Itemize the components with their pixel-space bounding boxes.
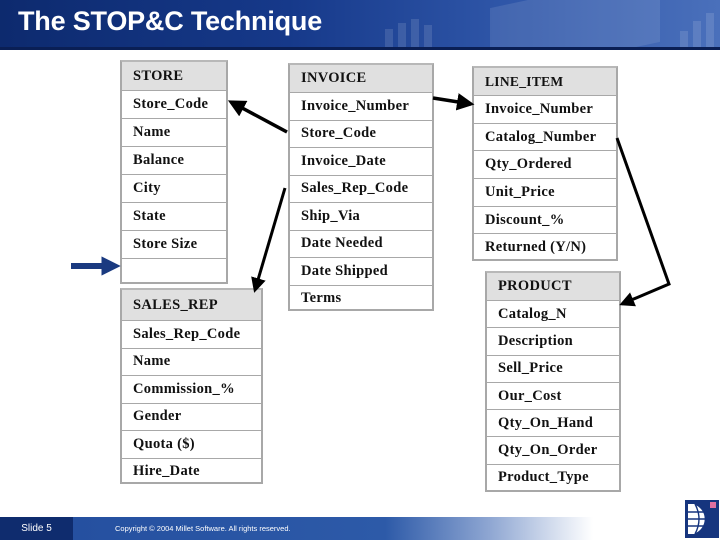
arrow-line-item-to-product (615, 137, 671, 307)
copyright-bar: Copyright © 2004 Millet Software. All ri… (73, 517, 593, 540)
slide-footer: Slide 5 Copyright © 2004 Millet Software… (0, 517, 720, 540)
arrow-invoice-to-store (227, 100, 288, 134)
millet-software-logo-icon (683, 496, 719, 540)
copyright-text: Copyright © 2004 Millet Software. All ri… (115, 524, 291, 533)
slide-number: Slide 5 (0, 517, 73, 540)
arrow-invoice-to-line-item (432, 93, 475, 111)
arrow-invoice-to-sales-rep (251, 187, 287, 293)
relationship-arrows (71, 93, 671, 307)
